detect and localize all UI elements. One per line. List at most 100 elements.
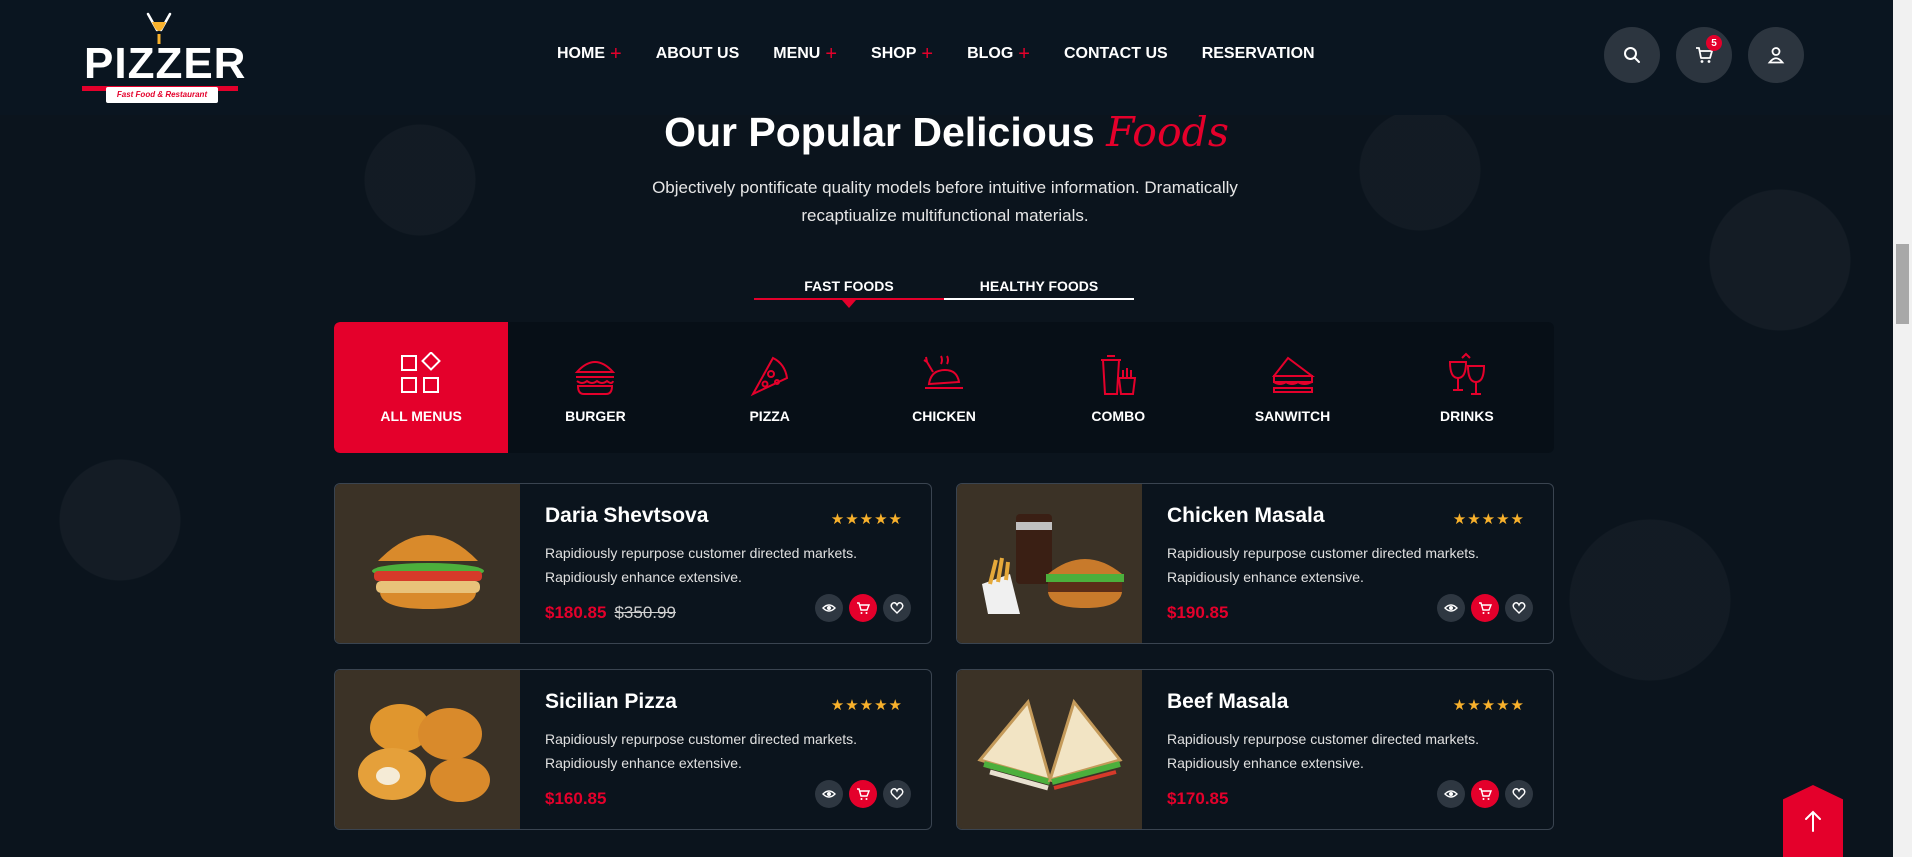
category-sandwich[interactable]: SANWITCH	[1205, 322, 1379, 453]
product-info: Chicken Masala ★★★★★ Rapidiously repurpo…	[1142, 484, 1553, 643]
product-rating: ★★★★★	[830, 511, 903, 528]
product-card[interactable]: Beef Masala ★★★★★ Rapidiously repurpose …	[956, 669, 1554, 830]
section-title-text: Our Popular Delicious	[664, 109, 1095, 155]
active-tab-caret	[842, 300, 856, 308]
quick-view-button[interactable]	[1437, 594, 1465, 622]
plus-icon: +	[825, 43, 838, 65]
category-chicken[interactable]: CHICKEN	[857, 322, 1031, 453]
category-drinks[interactable]: DRINKS	[1380, 322, 1554, 453]
product-info: Sicilian Pizza ★★★★★ Rapidiously repurpo…	[520, 670, 931, 829]
cart-count-badge: 5	[1706, 35, 1722, 51]
burger-icon	[575, 361, 616, 395]
old-price: $350.99	[614, 603, 676, 622]
current-price: $170.85	[1167, 789, 1229, 808]
pizza-icon	[750, 356, 788, 397]
sandwich-image	[976, 698, 1123, 790]
nav-item-reservation[interactable]: RESERVATION	[1202, 45, 1315, 63]
search-icon	[1624, 47, 1640, 63]
food-tabs: FAST FOODS HEALTHY FOODS	[754, 278, 1134, 308]
logo[interactable]: PIZZER Fast Food & Restaurant	[82, 12, 245, 103]
search-button[interactable]	[1604, 27, 1660, 83]
heart-icon	[1512, 602, 1526, 614]
nav-item-about[interactable]: ABOUT US	[656, 45, 740, 63]
current-price: $190.85	[1167, 603, 1229, 622]
wishlist-button[interactable]	[883, 780, 911, 808]
add-to-cart-button[interactable]	[849, 594, 877, 622]
wishlist-button[interactable]	[883, 594, 911, 622]
product-description: Rapidiously repurpose customer directed …	[545, 731, 858, 771]
heart-icon	[890, 602, 904, 614]
grid-icon	[401, 352, 442, 393]
quick-view-button[interactable]	[815, 594, 843, 622]
sandwich-icon	[1271, 356, 1315, 393]
wishlist-button[interactable]	[1505, 780, 1533, 808]
wishlist-button[interactable]	[1505, 594, 1533, 622]
product-actions	[815, 594, 911, 622]
tab-label: HEALTHY FOODS	[979, 278, 1099, 294]
product-actions	[815, 780, 911, 808]
scroll-to-top-button[interactable]	[1783, 785, 1843, 857]
user-icon	[1767, 47, 1785, 64]
product-rating: ★★★★★	[1452, 511, 1525, 528]
brand-name: PIZZER	[84, 39, 247, 88]
nav-item-blog[interactable]: BLOG +	[967, 43, 1030, 65]
category-label: CHICKEN	[912, 408, 976, 424]
combo-icon	[1101, 355, 1137, 395]
product-image[interactable]	[957, 670, 1142, 829]
product-rating: ★★★★★	[830, 697, 903, 714]
quick-view-button[interactable]	[815, 780, 843, 808]
heart-icon	[1512, 788, 1526, 800]
nav-label: ABOUT US	[655, 45, 740, 62]
section-description: Objectively pontificate quality models b…	[652, 178, 1238, 225]
category-label: BURGER	[565, 408, 626, 424]
tab-label: FAST FOODS	[804, 278, 894, 294]
eye-icon	[1444, 604, 1458, 612]
category-burger[interactable]: BURGER	[508, 322, 682, 453]
user-button[interactable]	[1748, 27, 1804, 83]
quick-view-button[interactable]	[1437, 780, 1465, 808]
nav-label: MENU	[773, 45, 821, 62]
product-info: Daria Shevtsova ★★★★★ Rapidiously repurp…	[520, 484, 931, 643]
add-to-cart-button[interactable]	[1471, 780, 1499, 808]
product-card[interactable]: Sicilian Pizza ★★★★★ Rapidiously repurpo…	[334, 669, 932, 830]
product-image[interactable]	[335, 484, 520, 643]
category-combo[interactable]: COMBO	[1031, 322, 1205, 453]
brand-tagline: Fast Food & Restaurant	[106, 87, 218, 103]
product-actions	[1437, 594, 1533, 622]
nav-item-menu[interactable]: MENU +	[773, 43, 838, 65]
add-to-cart-button[interactable]	[1471, 594, 1499, 622]
product-description: Rapidiously repurpose customer directed …	[1167, 545, 1480, 585]
drinks-icon	[1448, 352, 1485, 395]
arrow-up-icon	[1805, 810, 1821, 832]
category-all-menus[interactable]: ALL MENUS	[334, 322, 509, 453]
category-label: COMBO	[1091, 408, 1146, 424]
product-info: Beef Masala ★★★★★ Rapidiously repurpose …	[1142, 670, 1553, 829]
product-image[interactable]	[957, 484, 1142, 643]
add-to-cart-button[interactable]	[849, 780, 877, 808]
plus-icon: +	[1018, 43, 1030, 65]
nav-item-home[interactable]: HOME +	[557, 44, 622, 64]
product-card[interactable]: Daria Shevtsova ★★★★★ Rapidiously repurp…	[334, 483, 932, 644]
category-label: ALL MENUS	[380, 408, 462, 424]
nav-item-shop[interactable]: SHOP +	[871, 44, 933, 64]
scrollbar-thumb[interactable]	[1896, 244, 1909, 324]
eye-icon	[822, 790, 836, 798]
eye-icon	[822, 604, 836, 612]
tab-fast-foods[interactable]: FAST FOODS	[754, 278, 944, 308]
product-card[interactable]: Chicken Masala ★★★★★ Rapidiously repurpo…	[956, 483, 1554, 644]
product-image[interactable]	[335, 670, 520, 829]
current-price: $160.85	[545, 789, 607, 808]
category-label: DRINKS	[1439, 408, 1494, 424]
category-pizza[interactable]: PIZZA	[683, 322, 857, 453]
chicken-icon	[923, 355, 963, 389]
nav-label: BLOG	[967, 45, 1014, 62]
nav-label: CONTACT US	[1063, 45, 1168, 62]
cart-icon	[857, 788, 870, 800]
page-scrollbar[interactable]	[1893, 0, 1912, 857]
cart-icon	[1479, 788, 1492, 800]
tab-healthy-foods[interactable]: HEALTHY FOODS	[944, 278, 1134, 300]
nav-item-contact[interactable]: CONTACT US	[1064, 45, 1168, 63]
burger-image	[371, 534, 484, 609]
cart-button[interactable]: 5	[1676, 27, 1732, 83]
category-label: SANWITCH	[1254, 408, 1331, 424]
